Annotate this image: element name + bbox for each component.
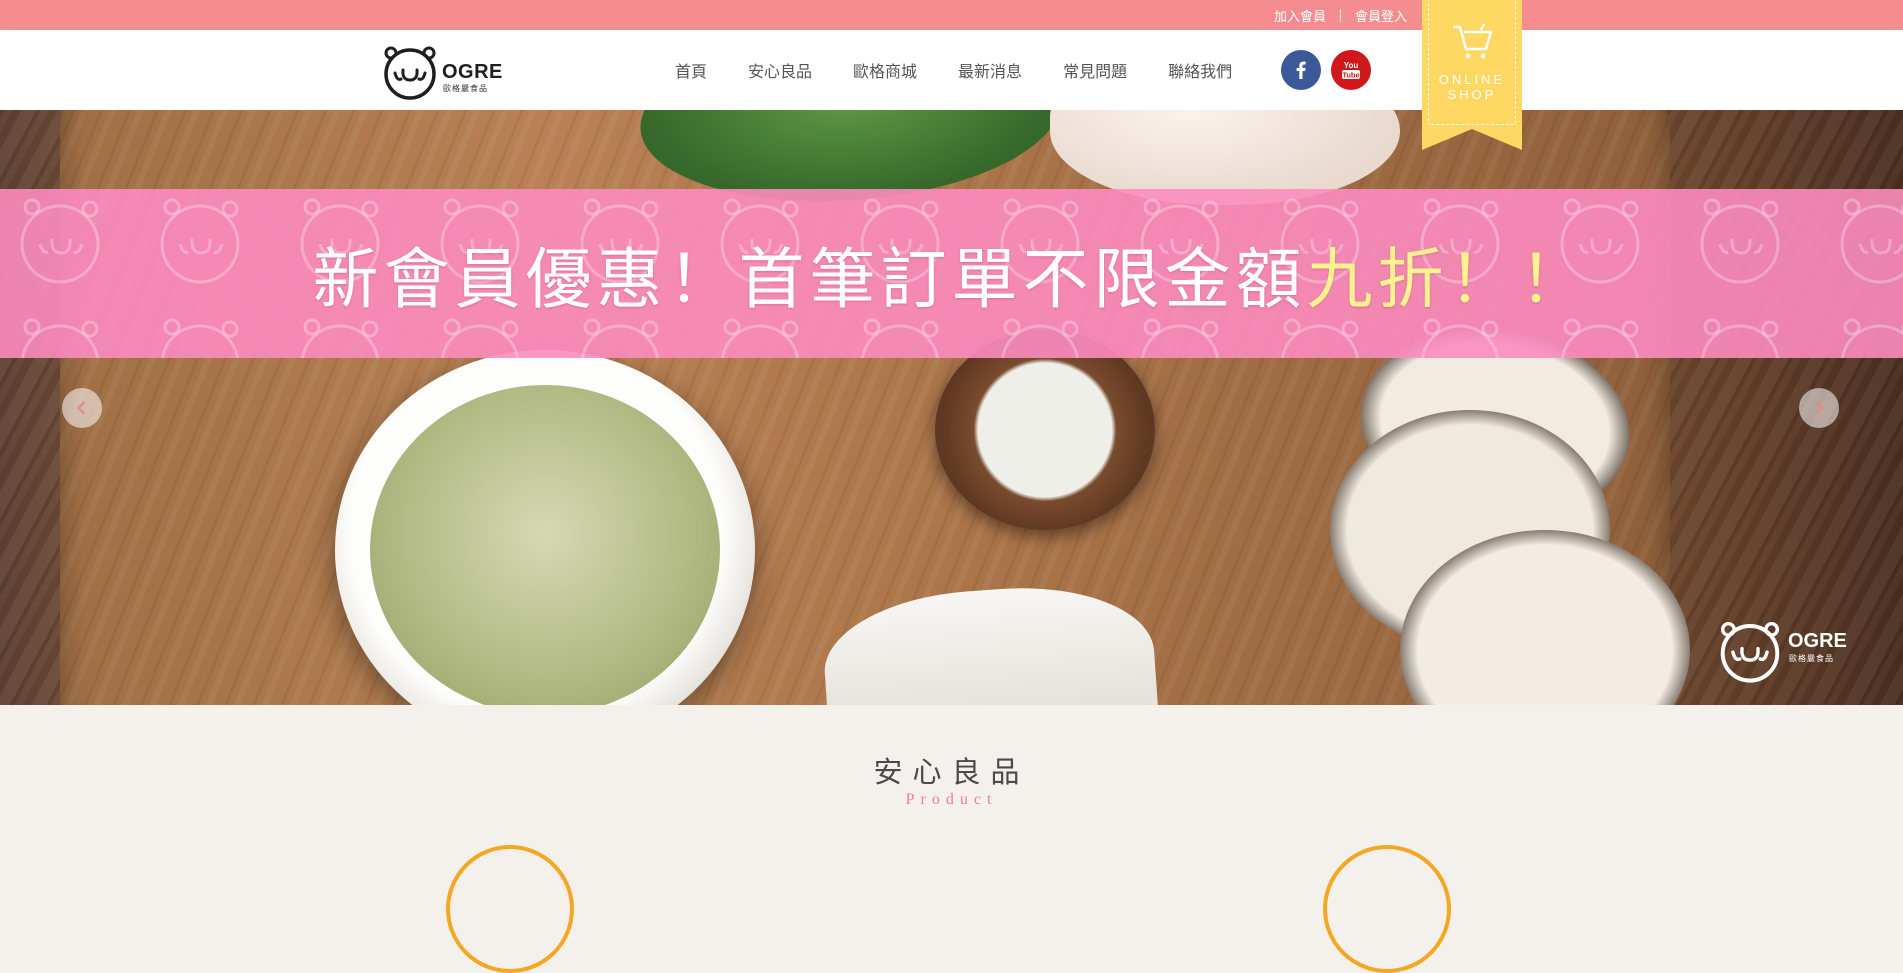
join-member-link[interactable]: 加入會員 — [1274, 6, 1326, 25]
ogre-face-icon — [1720, 621, 1780, 683]
svg-text:You: You — [1344, 61, 1359, 70]
site-header: OGRE 歐格嚴食品 首頁 安心良品 歐格商城 最新消息 常見問題 聯絡我們 Y… — [0, 30, 1903, 110]
online-shop-ribbon[interactable]: ONLINE SHOP — [1422, 0, 1522, 150]
ribbon-dashed-border — [1428, 0, 1516, 125]
porridge — [370, 385, 720, 705]
nav-news[interactable]: 最新消息 — [958, 58, 1022, 82]
site-logo[interactable]: OGRE 歐格嚴食品 — [381, 43, 503, 101]
section-title: 安心良品 — [873, 755, 1030, 789]
youtube-button[interactable]: You Tube — [1331, 50, 1371, 90]
member-links: 加入會員 會員登入 — [1274, 0, 1407, 30]
nav-products[interactable]: 安心良品 — [748, 58, 812, 82]
facebook-button[interactable] — [1281, 50, 1321, 90]
logo-subtitle: 歐格嚴食品 — [443, 84, 488, 93]
watermark-word: OGRE — [1788, 630, 1847, 652]
rice-spoon — [935, 330, 1155, 530]
logo-wordmark: OGRE — [442, 61, 503, 83]
ogre-watermark: OGRE 歐格嚴食品 — [1717, 618, 1847, 688]
facebook-icon — [1296, 61, 1306, 79]
hero-carousel: 新會員優惠！首筆訂單不限金額九折！！ OGRE 歐格嚴食品 — [0, 110, 1903, 705]
promo-main: 新會員優惠！首筆訂單不限金額 — [312, 240, 1307, 318]
section-subtitle: Product — [905, 791, 998, 808]
youtube-icon: You Tube — [1342, 61, 1360, 80]
nav-faq[interactable]: 常見問題 — [1063, 58, 1127, 82]
online-shop-line1: ONLINE — [1438, 72, 1506, 87]
main-nav: 首頁 安心良品 歐格商城 最新消息 常見問題 聯絡我們 — [675, 30, 1273, 110]
product-category-circle[interactable] — [1323, 845, 1451, 973]
promo-text: 新會員優惠！首筆訂單不限金額九折！！ — [313, 226, 1591, 322]
nav-home[interactable]: 首頁 — [675, 58, 707, 82]
chevron-right-icon — [1815, 401, 1825, 415]
online-shop-line2: SHOP — [1447, 87, 1497, 102]
chevron-left-icon — [76, 401, 86, 415]
promo-highlight: 九折！！ — [1306, 240, 1591, 318]
product-category-circle[interactable] — [446, 845, 574, 973]
promo-banner[interactable]: 新會員優惠！首筆訂單不限金額九折！！ — [0, 189, 1903, 358]
carousel-next-button[interactable] — [1799, 388, 1839, 428]
link-divider — [1339, 8, 1341, 22]
ogre-face-icon — [384, 46, 436, 100]
nav-contact[interactable]: 聯絡我們 — [1168, 58, 1232, 82]
top-bar: 加入會員 會員登入 — [0, 0, 1903, 30]
products-section: 安心良品 Product — [0, 705, 1903, 973]
member-login-link[interactable]: 會員登入 — [1355, 6, 1407, 25]
online-shop-label: ONLINE SHOP — [1422, 72, 1522, 102]
cart-icon — [1453, 23, 1493, 59]
carousel-prev-button[interactable] — [62, 388, 102, 428]
watermark-subtitle: 歐格嚴食品 — [1789, 654, 1834, 663]
svg-text:Tube: Tube — [1342, 71, 1359, 80]
nav-shop[interactable]: 歐格商城 — [853, 58, 917, 82]
